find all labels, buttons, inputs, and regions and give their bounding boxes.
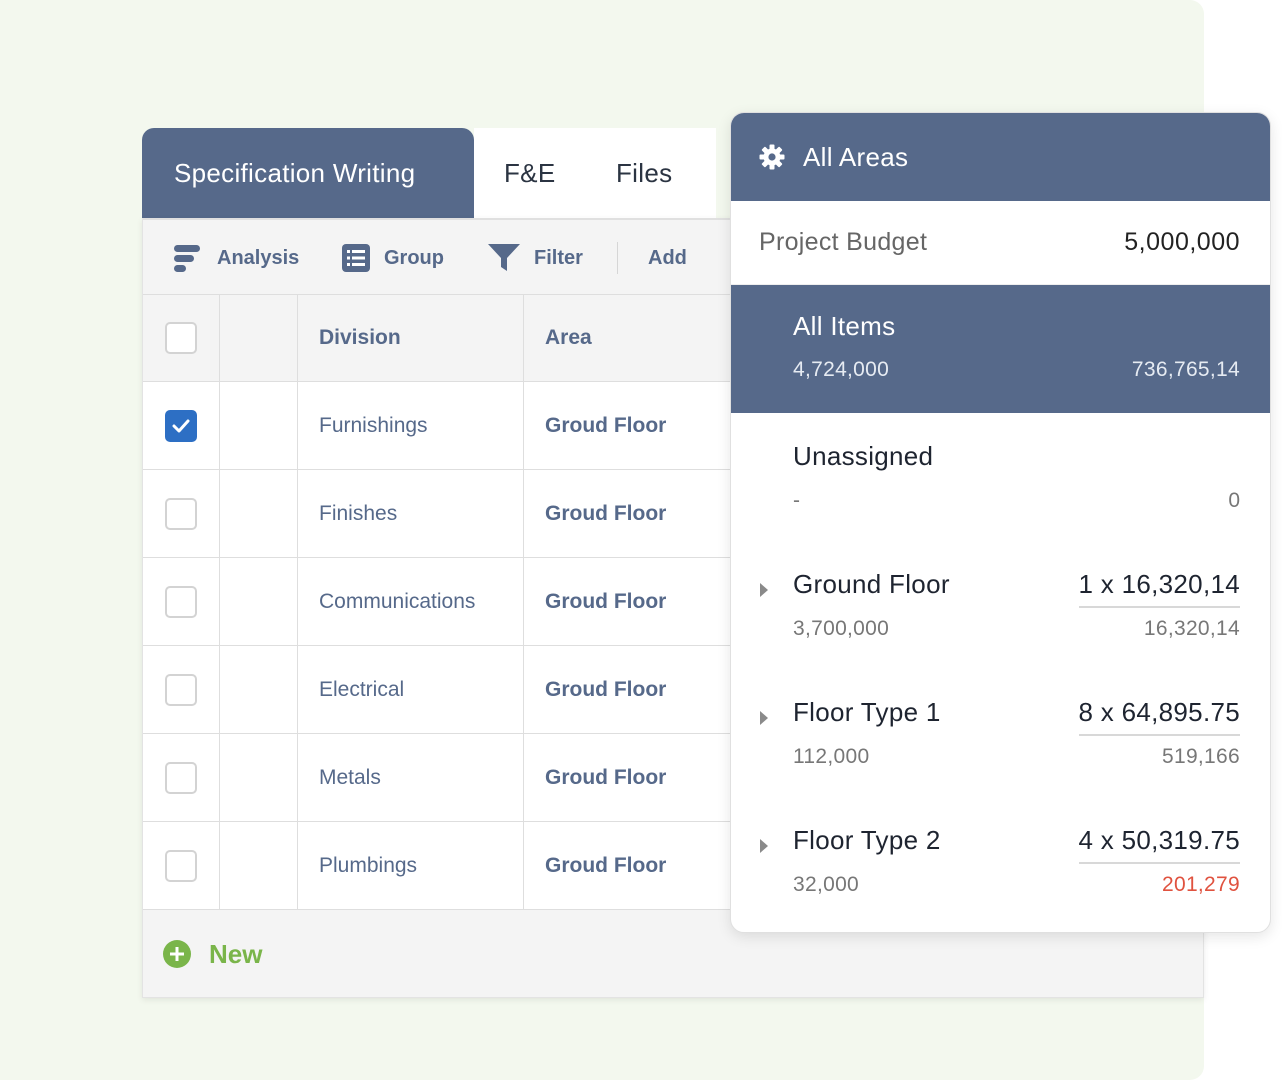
expand-triangle-icon[interactable] <box>759 839 769 853</box>
expand-triangle-icon[interactable] <box>759 711 769 725</box>
budget-value: 5,000,000 <box>1124 228 1240 256</box>
division-cell: Furnishings <box>298 382 524 469</box>
filter-icon <box>488 244 520 271</box>
plus-circle-icon <box>163 940 191 968</box>
division-cell: Electrical <box>298 646 524 733</box>
area-multiplier: 8 x 64,895.75 <box>1078 697 1240 736</box>
toolbar-divider <box>617 242 618 274</box>
filter-button[interactable]: Filter <box>488 241 583 275</box>
row-check-cell <box>143 382 220 469</box>
all-items-label: All Items <box>793 311 896 341</box>
row-checkbox[interactable] <box>165 585 197 618</box>
row-checkbox[interactable] <box>165 497 197 530</box>
tab-fe[interactable]: F&E <box>474 128 586 218</box>
unassigned-total: 0 <box>1228 489 1240 512</box>
area-total-over-budget: 201,279 <box>1161 873 1240 896</box>
area-multiplier: 1 x 16,320,14 <box>1078 569 1240 608</box>
new-label: New <box>209 938 263 969</box>
area-row-floor-type-2[interactable]: Floor Type 2 32,000 4 x 50,319.75 201,27… <box>731 825 1270 932</box>
gear-icon[interactable] <box>759 144 785 170</box>
row-check-cell <box>143 646 220 733</box>
area-name: Floor Type 2 <box>793 825 941 855</box>
row-blank-cell <box>220 822 298 909</box>
analysis-button[interactable]: Analysis <box>173 241 299 275</box>
header-area[interactable]: Area <box>524 295 744 381</box>
unassigned-row[interactable]: Unassigned - 0 <box>731 441 1270 551</box>
analysis-icon <box>174 245 200 272</box>
expand-triangle-icon[interactable] <box>759 583 769 597</box>
row-blank-cell <box>220 470 298 557</box>
areas-panel: All Areas Project Budget 5,000,000 All I… <box>730 112 1271 933</box>
new-button[interactable]: New <box>163 939 262 970</box>
filter-label: Filter <box>534 246 583 269</box>
panel-header: All Areas <box>731 113 1270 201</box>
header-division[interactable]: Division <box>298 295 524 381</box>
select-all-cell <box>143 295 220 381</box>
division-cell: Metals <box>298 734 524 821</box>
row-blank-cell <box>220 734 298 821</box>
unassigned-budget: - <box>793 489 801 512</box>
row-checkbox[interactable] <box>165 673 197 706</box>
row-blank-cell <box>220 558 298 645</box>
checkmark-icon <box>172 419 190 432</box>
row-check-cell <box>143 734 220 821</box>
tab-specification-writing[interactable]: Specification Writing <box>142 128 474 218</box>
add-button[interactable]: Add <box>648 241 687 275</box>
row-blank-cell <box>220 646 298 733</box>
area-cell: Groud Floor <box>545 765 667 789</box>
all-items-budget: 4,724,000 <box>793 358 890 381</box>
header-blank-cell <box>220 295 298 381</box>
all-items-total: 736,765,14 <box>1131 358 1240 381</box>
row-checkbox[interactable] <box>165 849 197 882</box>
all-items-row[interactable]: All Items 4,724,000 736,765,14 <box>731 285 1270 413</box>
tab-bar: Specification Writing F&E Files <box>142 128 762 218</box>
area-total: 519,166 <box>1161 745 1240 768</box>
tab-files[interactable]: Files <box>586 128 716 218</box>
unassigned-label: Unassigned <box>793 441 934 471</box>
row-checkbox[interactable] <box>165 761 197 794</box>
row-check-cell <box>143 822 220 909</box>
area-budget: 3,700,000 <box>793 617 890 640</box>
area-total: 16,320,14 <box>1143 617 1240 640</box>
area-name: Ground Floor <box>793 569 950 599</box>
area-budget: 32,000 <box>793 873 860 896</box>
row-check-cell <box>143 470 220 557</box>
panel-title: All Areas <box>803 141 909 172</box>
project-budget-row: Project Budget 5,000,000 <box>731 201 1270 285</box>
group-button[interactable]: Group <box>342 241 444 275</box>
budget-label: Project Budget <box>759 228 928 256</box>
area-row-floor-type-1[interactable]: Floor Type 1 112,000 8 x 64,895.75 519,1… <box>731 697 1270 807</box>
group-label: Group <box>384 246 444 269</box>
add-label: Add <box>648 246 687 269</box>
area-cell: Groud Floor <box>545 413 667 437</box>
area-cell: Groud Floor <box>545 589 667 613</box>
division-cell: Finishes <box>298 470 524 557</box>
row-check-cell <box>143 558 220 645</box>
area-name: Floor Type 1 <box>793 697 941 727</box>
area-cell: Groud Floor <box>545 853 667 877</box>
list-icon <box>342 244 370 272</box>
area-multiplier: 4 x 50,319.75 <box>1078 825 1240 864</box>
select-all-checkbox[interactable] <box>165 322 197 354</box>
area-budget: 112,000 <box>793 745 870 768</box>
analysis-label: Analysis <box>217 246 300 269</box>
division-cell: Plumbings <box>298 822 524 909</box>
area-row-ground-floor[interactable]: Ground Floor 3,700,000 1 x 16,320,14 16,… <box>731 569 1270 679</box>
area-cell: Groud Floor <box>545 677 667 701</box>
area-cell: Groud Floor <box>545 501 667 525</box>
row-blank-cell <box>220 382 298 469</box>
row-checkbox[interactable] <box>165 409 197 442</box>
division-cell: Communications <box>298 558 524 645</box>
